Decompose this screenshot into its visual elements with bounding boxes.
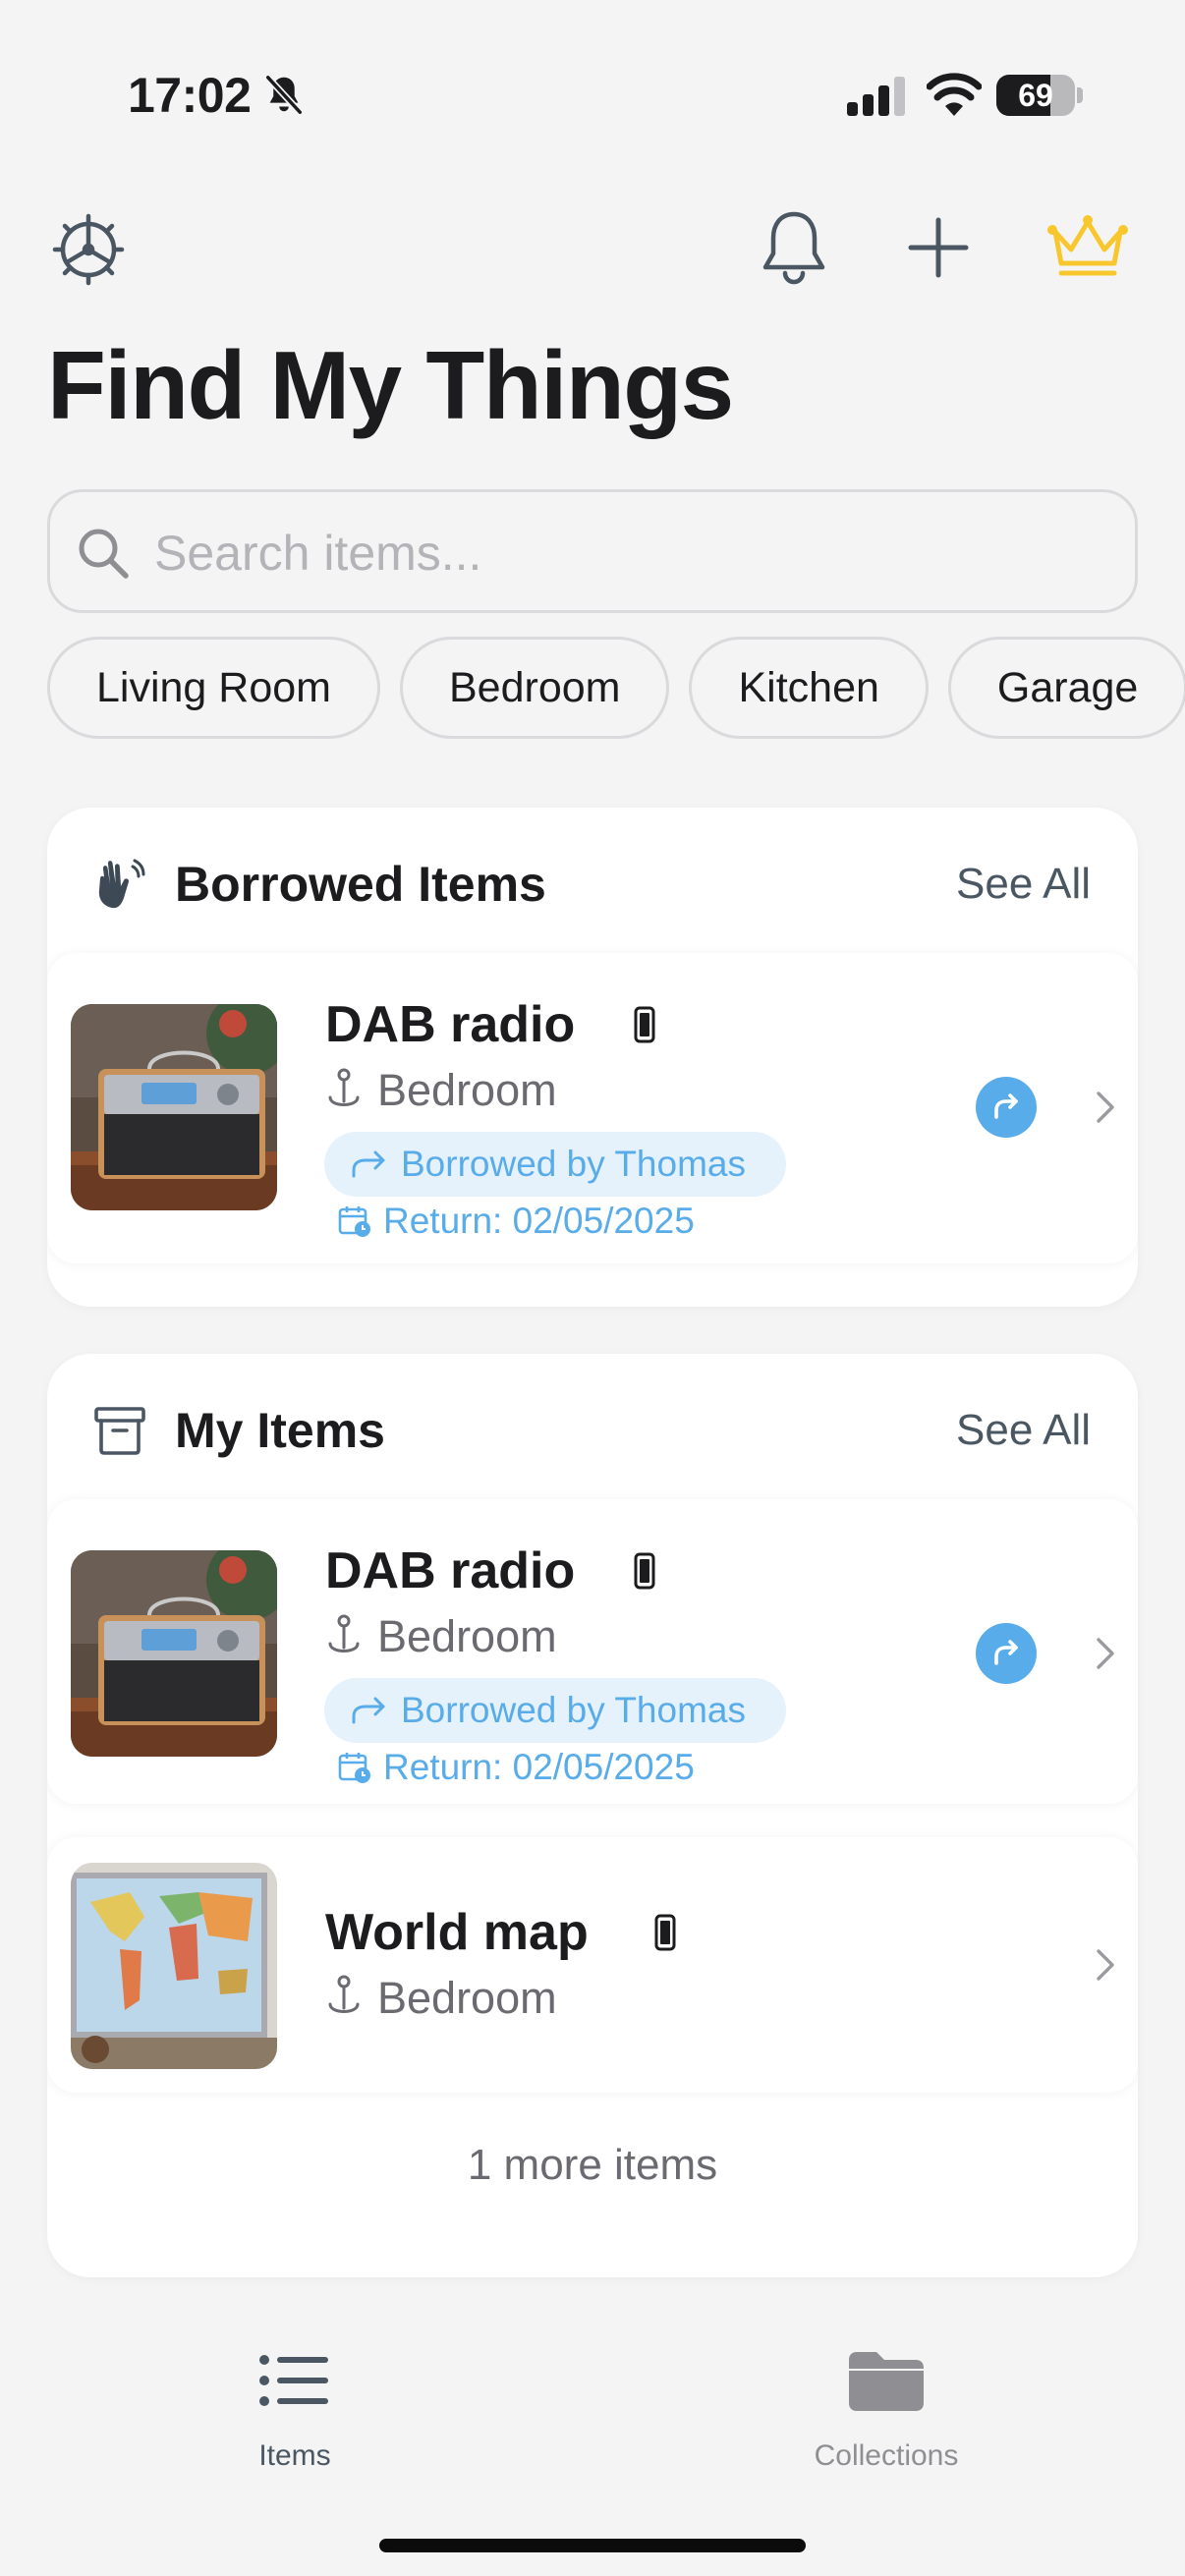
archive-box-icon: [94, 1407, 145, 1455]
share-arrow-icon: [352, 1150, 385, 1178]
my-item-world-map[interactable]: World map Bedroom: [47, 1837, 1138, 2093]
filter-chip-bedroom[interactable]: Bedroom: [400, 637, 670, 739]
item-photo-dab-radio: [71, 1550, 277, 1757]
plus-icon[interactable]: [904, 212, 973, 283]
chevron-right-icon: [1097, 1092, 1114, 1123]
chevron-right-icon: [1097, 1949, 1114, 1981]
item-location: Bedroom: [377, 1973, 557, 2023]
home-indicator: [379, 2539, 806, 2552]
page-title: Find My Things: [47, 331, 734, 439]
return-date: Return: 02/05/2025: [383, 1201, 695, 1241]
borrowed-status-badge: Borrowed by Thomas: [324, 1132, 786, 1197]
my-items-see-all-link[interactable]: See All: [956, 1401, 1091, 1460]
more-items-link[interactable]: 1 more items: [47, 2136, 1138, 2195]
my-item-dab-radio[interactable]: DAB radio Bedroom Borrowed by Thomas Ret…: [47, 1499, 1138, 1804]
borrowed-see-all-link[interactable]: See All: [956, 855, 1091, 914]
filter-chips: Living Room Bedroom Kitchen Garage: [47, 637, 1185, 739]
borrowed-items-card: Borrowed Items See All DAB radio Bedroom…: [47, 808, 1138, 1307]
return-item-button[interactable]: [976, 1077, 1037, 1138]
return-date: Return: 02/05/2025: [383, 1747, 695, 1787]
my-items-header: My Items See All: [47, 1354, 1138, 1501]
chevron-right-icon: [1097, 1638, 1114, 1669]
calendar-clock-icon: [338, 1206, 370, 1237]
tab-items[interactable]: Items: [167, 2348, 423, 2486]
item-name: DAB radio: [325, 996, 576, 1053]
tab-collections-label: Collections: [814, 2439, 959, 2472]
phone-icon: [634, 1006, 655, 1043]
item-photo-world-map: [71, 1863, 277, 2069]
calendar-clock-icon: [338, 1753, 370, 1783]
settings-icon[interactable]: [49, 210, 128, 289]
my-items-title: My Items: [175, 1403, 385, 1458]
battery-icon: 69: [996, 75, 1083, 116]
phone-icon: [654, 1914, 676, 1951]
borrowed-status-text: Borrowed by Thomas: [401, 1690, 746, 1730]
borrowed-items-header: Borrowed Items See All: [47, 808, 1138, 955]
battery-percent: 69: [1018, 78, 1053, 113]
my-items-card: My Items See All DAB radio Bedroom Borro…: [47, 1354, 1138, 2277]
tab-items-label: Items: [258, 2439, 331, 2472]
item-name: World map: [325, 1904, 589, 1961]
status-time: 17:02: [128, 68, 252, 123]
return-item-button[interactable]: [976, 1623, 1037, 1684]
item-location: Bedroom: [377, 1065, 557, 1115]
crown-icon[interactable]: [1044, 212, 1132, 283]
screen: 17:02 69 Find My Things Search items... …: [0, 0, 1185, 2576]
bell-slash-icon: [265, 75, 303, 115]
search-input[interactable]: [154, 514, 1098, 592]
wifi-icon: [927, 73, 982, 116]
borrowed-status-badge: Borrowed by Thomas: [324, 1678, 786, 1743]
return-arrow-icon: [994, 1640, 1018, 1665]
item-name: DAB radio: [325, 1542, 576, 1599]
item-photo-dab-radio: [71, 1004, 277, 1210]
search-bar[interactable]: [47, 489, 1138, 613]
location-pin-icon: [328, 1068, 360, 1106]
phone-icon: [634, 1552, 655, 1590]
location-pin-icon: [328, 1614, 360, 1652]
borrowed-status-text: Borrowed by Thomas: [401, 1144, 746, 1184]
cellular-signal-icon: [847, 77, 905, 116]
borrowed-items-title: Borrowed Items: [175, 857, 546, 912]
hand-wave-icon: [98, 859, 145, 909]
location-pin-icon: [328, 1975, 360, 2013]
filter-chip-garage[interactable]: Garage: [947, 637, 1185, 739]
folder-icon: [849, 2352, 924, 2411]
return-arrow-icon: [994, 1093, 1018, 1119]
bell-icon[interactable]: [757, 208, 831, 287]
tab-collections[interactable]: Collections: [759, 2348, 1014, 2486]
search-icon: [79, 529, 129, 579]
list-icon: [259, 2355, 328, 2406]
borrowed-item-dab-radio[interactable]: DAB radio Bedroom Borrowed by Thomas Ret…: [47, 953, 1138, 1263]
filter-chip-kitchen[interactable]: Kitchen: [689, 637, 929, 739]
share-arrow-icon: [352, 1697, 385, 1724]
filter-chip-living-room[interactable]: Living Room: [47, 637, 380, 739]
item-location: Bedroom: [377, 1611, 557, 1661]
